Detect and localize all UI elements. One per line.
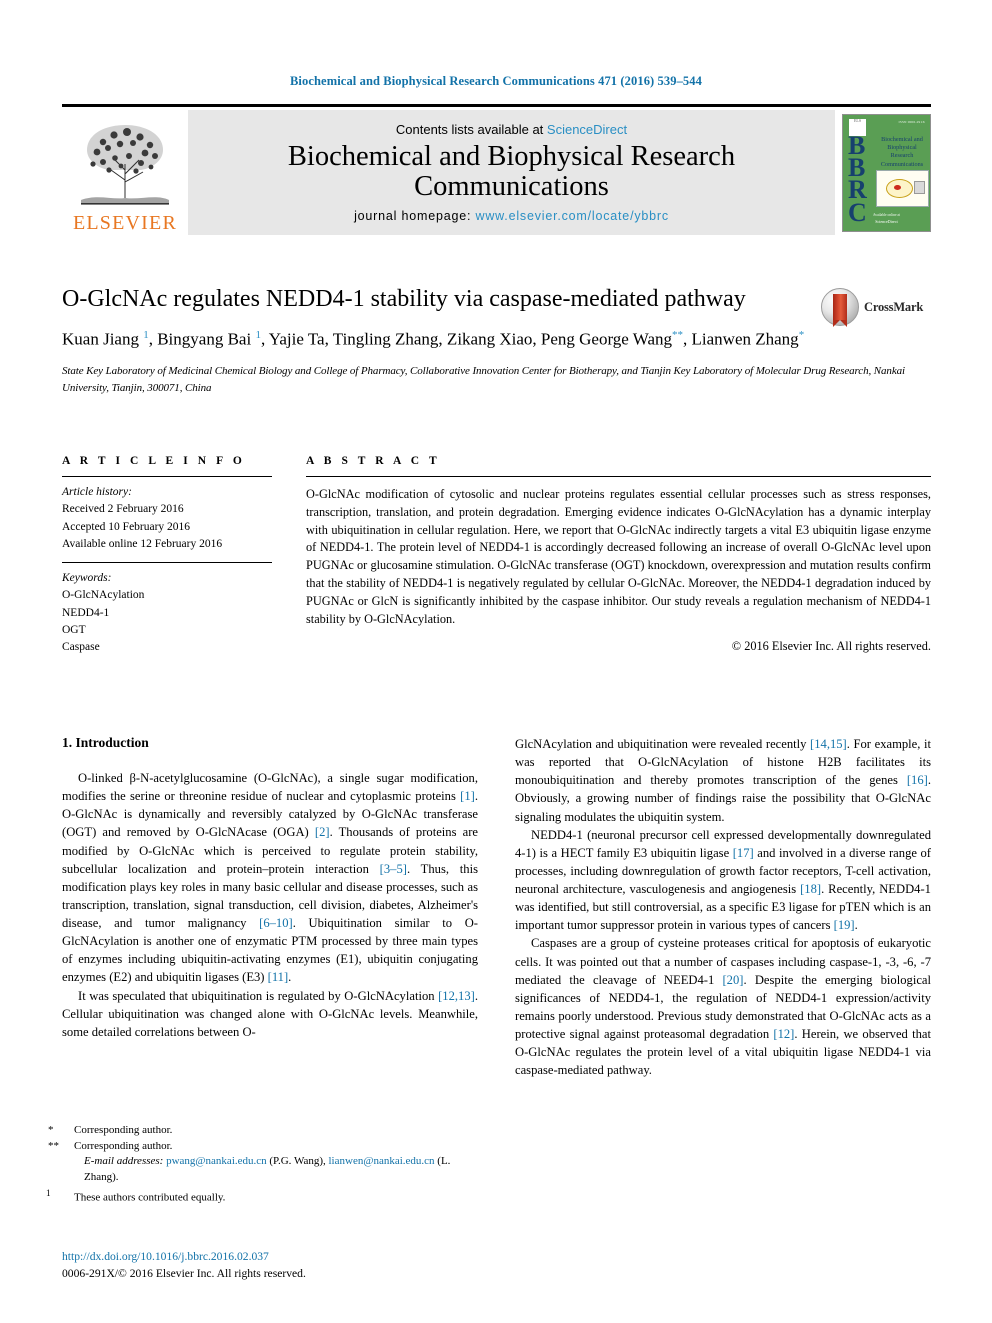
journal-title: Biochemical and Biophysical Research Com…: [287, 141, 736, 202]
paragraph: Caspases are a group of cysteine proteas…: [515, 936, 931, 1078]
running-head: Biochemical and Biophysical Research Com…: [290, 74, 702, 88]
journal-cover-image: ELS ISSN 0006-291X BBRC Biochemical and …: [842, 113, 931, 232]
email-link-pwang[interactable]: pwang@nankai.edu.cn: [166, 1155, 267, 1167]
elsevier-wordmark: ELSEVIER: [72, 212, 178, 234]
author-list: Kuan Jiang 1, Bingyang Bai 1, Yajie Ta, …: [62, 328, 805, 349]
abstract-text: O-GlcNAc modification of cytosolic and n…: [306, 487, 931, 626]
crossmark-label: CrossMark: [864, 299, 924, 314]
footnote-corresponding-1: * Corresponding author.: [48, 1123, 478, 1139]
footnote-text: Corresponding author.: [74, 1139, 173, 1152]
contents-available-line: Contents lists available at ScienceDirec…: [188, 122, 835, 137]
paragraph: NEDD4-1 (neuronal precursor cell express…: [515, 827, 931, 933]
article-history-group: Article history: Received 2 February 201…: [62, 477, 272, 562]
abstract-heading: A B S T R A C T: [306, 455, 441, 467]
paragraph: O-linked β-N-acetylglucosamine (O-GlcNAc…: [62, 771, 479, 985]
keyword-item: OGT: [62, 623, 86, 636]
footnotes-block: * Corresponding author. ** Corresponding a…: [46, 1123, 478, 1207]
cover-title-line-3: Research: [890, 152, 914, 160]
section-heading-introduction: 1. Introduction: [62, 735, 149, 750]
article-history-label: Article history:: [62, 486, 132, 498]
doi-link[interactable]: http://dx.doi.org/10.1016/j.bbrc.2016.02…: [62, 1248, 522, 1265]
sciencedirect-link[interactable]: ScienceDirect: [547, 122, 627, 137]
email-label: E-mail addresses:: [84, 1155, 164, 1168]
asterisk-icon: *: [48, 1124, 54, 1136]
cover-journal-title: Biochemical and Biophysical Research Com…: [876, 136, 928, 169]
cover-figure-thumbnail: [876, 169, 929, 207]
keyword-item: NEDD4-1: [62, 606, 110, 619]
crossmark-badge[interactable]: CrossMark: [821, 287, 931, 327]
history-received: Received 2 February 2016: [62, 503, 184, 516]
footnote-equal-contribution: 1 These authors contributed equally.: [46, 1187, 478, 1206]
paper-title: O-GlcNAc regulates NEDD4-1 stability via…: [62, 286, 746, 312]
issn-copyright: 0006-291X/© 2016 Elsevier Inc. All right…: [62, 1267, 306, 1281]
email-owner-1: (P.G. Wang),: [269, 1155, 326, 1168]
cover-corner-note: ISSN 0006-291X: [898, 119, 925, 124]
cover-acronym: BBRC: [848, 130, 867, 227]
elsevier-tree-icon: [81, 125, 169, 205]
masthead-center: Contents lists available at ScienceDirec…: [188, 110, 835, 235]
paragraph: GlcNAcylation and ubiquitination were re…: [515, 737, 931, 824]
journal-cover-block: ELS ISSN 0006-291X BBRC Biochemical and …: [835, 110, 931, 235]
superscript-one-icon: 1: [46, 1188, 51, 1199]
keyword-item: Caspase: [62, 641, 100, 653]
journal-homepage-line: journal homepage: www.elsevier.com/locat…: [188, 209, 835, 223]
cover-footer-note: Available online at: [872, 213, 901, 217]
double-asterisk-icon: **: [48, 1139, 59, 1152]
author-affiliation: State Key Laboratory of Medicinal Chemic…: [62, 365, 905, 395]
article-info-column: A R T I C L E I N F O Article history: R…: [62, 455, 306, 665]
footnote-corresponding-2: ** Corresponding author.: [48, 1139, 478, 1155]
crossmark-icon: [821, 288, 859, 327]
cover-title-line-4: Communications: [880, 160, 924, 168]
journal-masthead: ELSEVIER Contents lists available at Sci…: [62, 104, 931, 235]
publication-footer: http://dx.doi.org/10.1016/j.bbrc.2016.02…: [62, 1248, 522, 1283]
paragraph: It was speculated that ubiquitination is…: [62, 988, 478, 1039]
keywords-label: Keywords:: [62, 572, 112, 584]
footnote-emails: E-mail addresses: pwang@nankai.edu.cn (P…: [62, 1154, 478, 1185]
abstract-column: A B S T R A C T O-GlcNAc modification of…: [306, 455, 931, 665]
cover-footer: Available online at ScienceDirect: [843, 213, 930, 226]
history-online: Available online 12 February 2016: [62, 537, 223, 550]
abstract-copyright: © 2016 Elsevier Inc. All rights reserved…: [731, 638, 931, 653]
body-columns: 1. Introduction O-linked β-N-acetylgluco…: [62, 735, 931, 1079]
contents-prefix: Contents lists available at: [395, 122, 547, 137]
elsevier-logo: ELSEVIER: [62, 110, 188, 235]
cover-title-line-1: Biochemical and: [881, 135, 923, 143]
cover-title-line-2: Biophysical: [887, 143, 917, 151]
article-info-heading: A R T I C L E I N F O: [62, 455, 246, 467]
info-abstract-row: A R T I C L E I N F O Article history: R…: [62, 455, 931, 665]
keyword-item: O-GlcNAcylation: [62, 589, 145, 602]
homepage-prefix: journal homepage:: [354, 209, 476, 223]
footnote-text: These authors contributed equally.: [74, 1192, 226, 1205]
footnote-text: Corresponding author.: [74, 1124, 173, 1136]
keywords-group: Keywords: O-GlcNAcylation NEDD4-1 OGT Ca…: [62, 563, 272, 665]
paper-page: Biochemical and Biophysical Research Com…: [0, 0, 992, 1323]
title-block: O-GlcNAc regulates NEDD4-1 stability via…: [62, 285, 931, 397]
homepage-url-link[interactable]: www.elsevier.com/locate/ybbrc: [476, 209, 669, 223]
body-column-left: 1. Introduction O-linked β-N-acetylgluco…: [62, 735, 478, 1079]
history-accepted: Accepted 10 February 2016: [62, 520, 191, 533]
cover-footer-issn: ScienceDirect: [875, 218, 898, 224]
body-column-right: GlcNAcylation and ubiquitination were re…: [515, 735, 931, 1079]
email-link-lianwen[interactable]: lianwen@nankai.edu.cn: [329, 1155, 435, 1167]
